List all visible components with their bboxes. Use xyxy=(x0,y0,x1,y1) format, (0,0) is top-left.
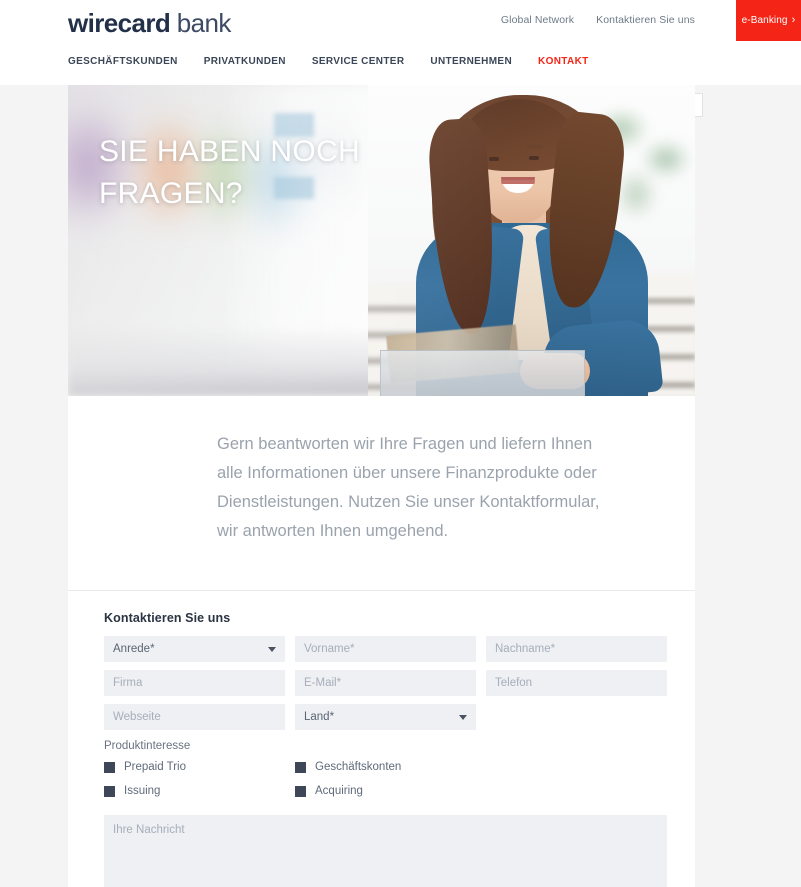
checkbox-label: Issuing xyxy=(124,785,161,797)
intro-paragraph: Gern beantworten wir Ihre Fragen und lie… xyxy=(217,435,600,540)
field-cell-nachname xyxy=(486,636,667,662)
land-select-value: Land* xyxy=(304,711,335,723)
field-cell-email xyxy=(295,670,476,696)
field-cell-empty xyxy=(486,704,667,730)
hero-title-line-1: SIE HABEN NOCH xyxy=(99,135,360,168)
checkbox-icon[interactable] xyxy=(295,785,306,797)
checkbox-issuing[interactable]: Issuing xyxy=(104,785,295,797)
logo-wirecard: wirecard xyxy=(68,8,171,38)
field-cell-telefon xyxy=(486,670,667,696)
form-row-2 xyxy=(104,670,667,696)
checkbox-acquiring[interactable]: Acquiring xyxy=(295,785,486,797)
brand-logo[interactable]: wirecard bank xyxy=(68,8,231,38)
product-interest-label: Produktinteresse xyxy=(104,740,191,752)
checkbox-icon[interactable] xyxy=(104,761,115,773)
checkbox-geschaeftskonten[interactable]: Geschäftskonten xyxy=(295,761,486,773)
utility-link-kontaktieren-sie-uns[interactable]: Kontaktieren Sie uns xyxy=(596,14,695,26)
field-cell-vorname xyxy=(295,636,476,662)
form-row-3: Land* xyxy=(104,704,667,730)
ebanking-button[interactable]: e-Banking › xyxy=(736,0,801,41)
ebanking-label: e-Banking xyxy=(741,15,788,26)
logo-bank: bank xyxy=(176,8,232,38)
anrede-select-value: Anrede* xyxy=(113,643,155,655)
form-row-1: Anrede* xyxy=(104,636,667,662)
land-select[interactable]: Land* xyxy=(295,704,476,730)
hero-title-line-2: FRAGEN? xyxy=(99,177,243,210)
nav-item-unternehmen[interactable]: UNTERNEHMEN xyxy=(430,56,512,67)
intro-section: Gern beantworten wir Ihre Fragen und lie… xyxy=(68,396,695,590)
checkbox-label: Geschäftskonten xyxy=(315,761,402,773)
main-navigation-bar: GESCHÄFTSKUNDEN PRIVATKUNDEN SERVICE CEN… xyxy=(0,41,801,117)
checkbox-icon[interactable] xyxy=(104,785,115,797)
contact-form: Kontaktieren Sie uns Anrede* Vorname* Na… xyxy=(104,611,667,887)
utility-links: Global Network Kontaktieren Sie uns xyxy=(501,14,695,26)
hero-title: SIE HABEN NOCH FRAGEN? xyxy=(99,131,429,215)
nav-item-service-center[interactable]: SERVICE CENTER xyxy=(312,56,405,67)
field-cell-anrede: Anrede* xyxy=(104,636,285,662)
field-cell-firma xyxy=(104,670,285,696)
chevron-down-icon xyxy=(459,715,467,720)
nachname-input[interactable] xyxy=(486,636,667,662)
checkbox-label: Prepaid Trio xyxy=(124,761,187,773)
checkbox-label: Acquiring xyxy=(315,785,363,797)
email-input[interactable] xyxy=(295,670,476,696)
content-column: SIE HABEN NOCH FRAGEN? Gern beantworten … xyxy=(68,85,695,887)
telefon-input[interactable] xyxy=(486,670,667,696)
field-cell-land: Land* xyxy=(295,704,476,730)
chevron-right-icon: › xyxy=(791,14,796,26)
firma-input[interactable] xyxy=(104,670,285,696)
page-root: wirecard bank Global Network Kontaktiere… xyxy=(0,0,801,887)
message-textarea[interactable] xyxy=(104,815,667,887)
utility-link-global-network[interactable]: Global Network xyxy=(501,14,574,26)
main-nav: GESCHÄFTSKUNDEN PRIVATKUNDEN SERVICE CEN… xyxy=(68,56,589,67)
product-interest-checkbox-group: Prepaid Trio Geschäftskonten Issuing Acq… xyxy=(104,761,667,797)
chevron-down-icon xyxy=(268,647,276,652)
contact-form-section: Kontaktieren Sie uns Anrede* Vorname* Na… xyxy=(68,591,695,887)
hero-banner: SIE HABEN NOCH FRAGEN? xyxy=(68,85,695,396)
anrede-select[interactable]: Anrede* xyxy=(104,636,285,662)
nav-item-geschaeftskunden[interactable]: GESCHÄFTSKUNDEN xyxy=(68,56,178,67)
top-utility-bar: wirecard bank Global Network Kontaktiere… xyxy=(0,0,801,41)
checkbox-icon[interactable] xyxy=(295,761,306,773)
nav-item-privatkunden[interactable]: PRIVATKUNDEN xyxy=(204,56,286,67)
webseite-input[interactable] xyxy=(104,704,285,730)
form-heading: Kontaktieren Sie uns xyxy=(104,611,231,625)
nav-item-kontakt[interactable]: KONTAKT xyxy=(538,56,589,67)
field-cell-webseite xyxy=(104,704,285,730)
vorname-input[interactable] xyxy=(295,636,476,662)
checkbox-prepaid-trio[interactable]: Prepaid Trio xyxy=(104,761,295,773)
